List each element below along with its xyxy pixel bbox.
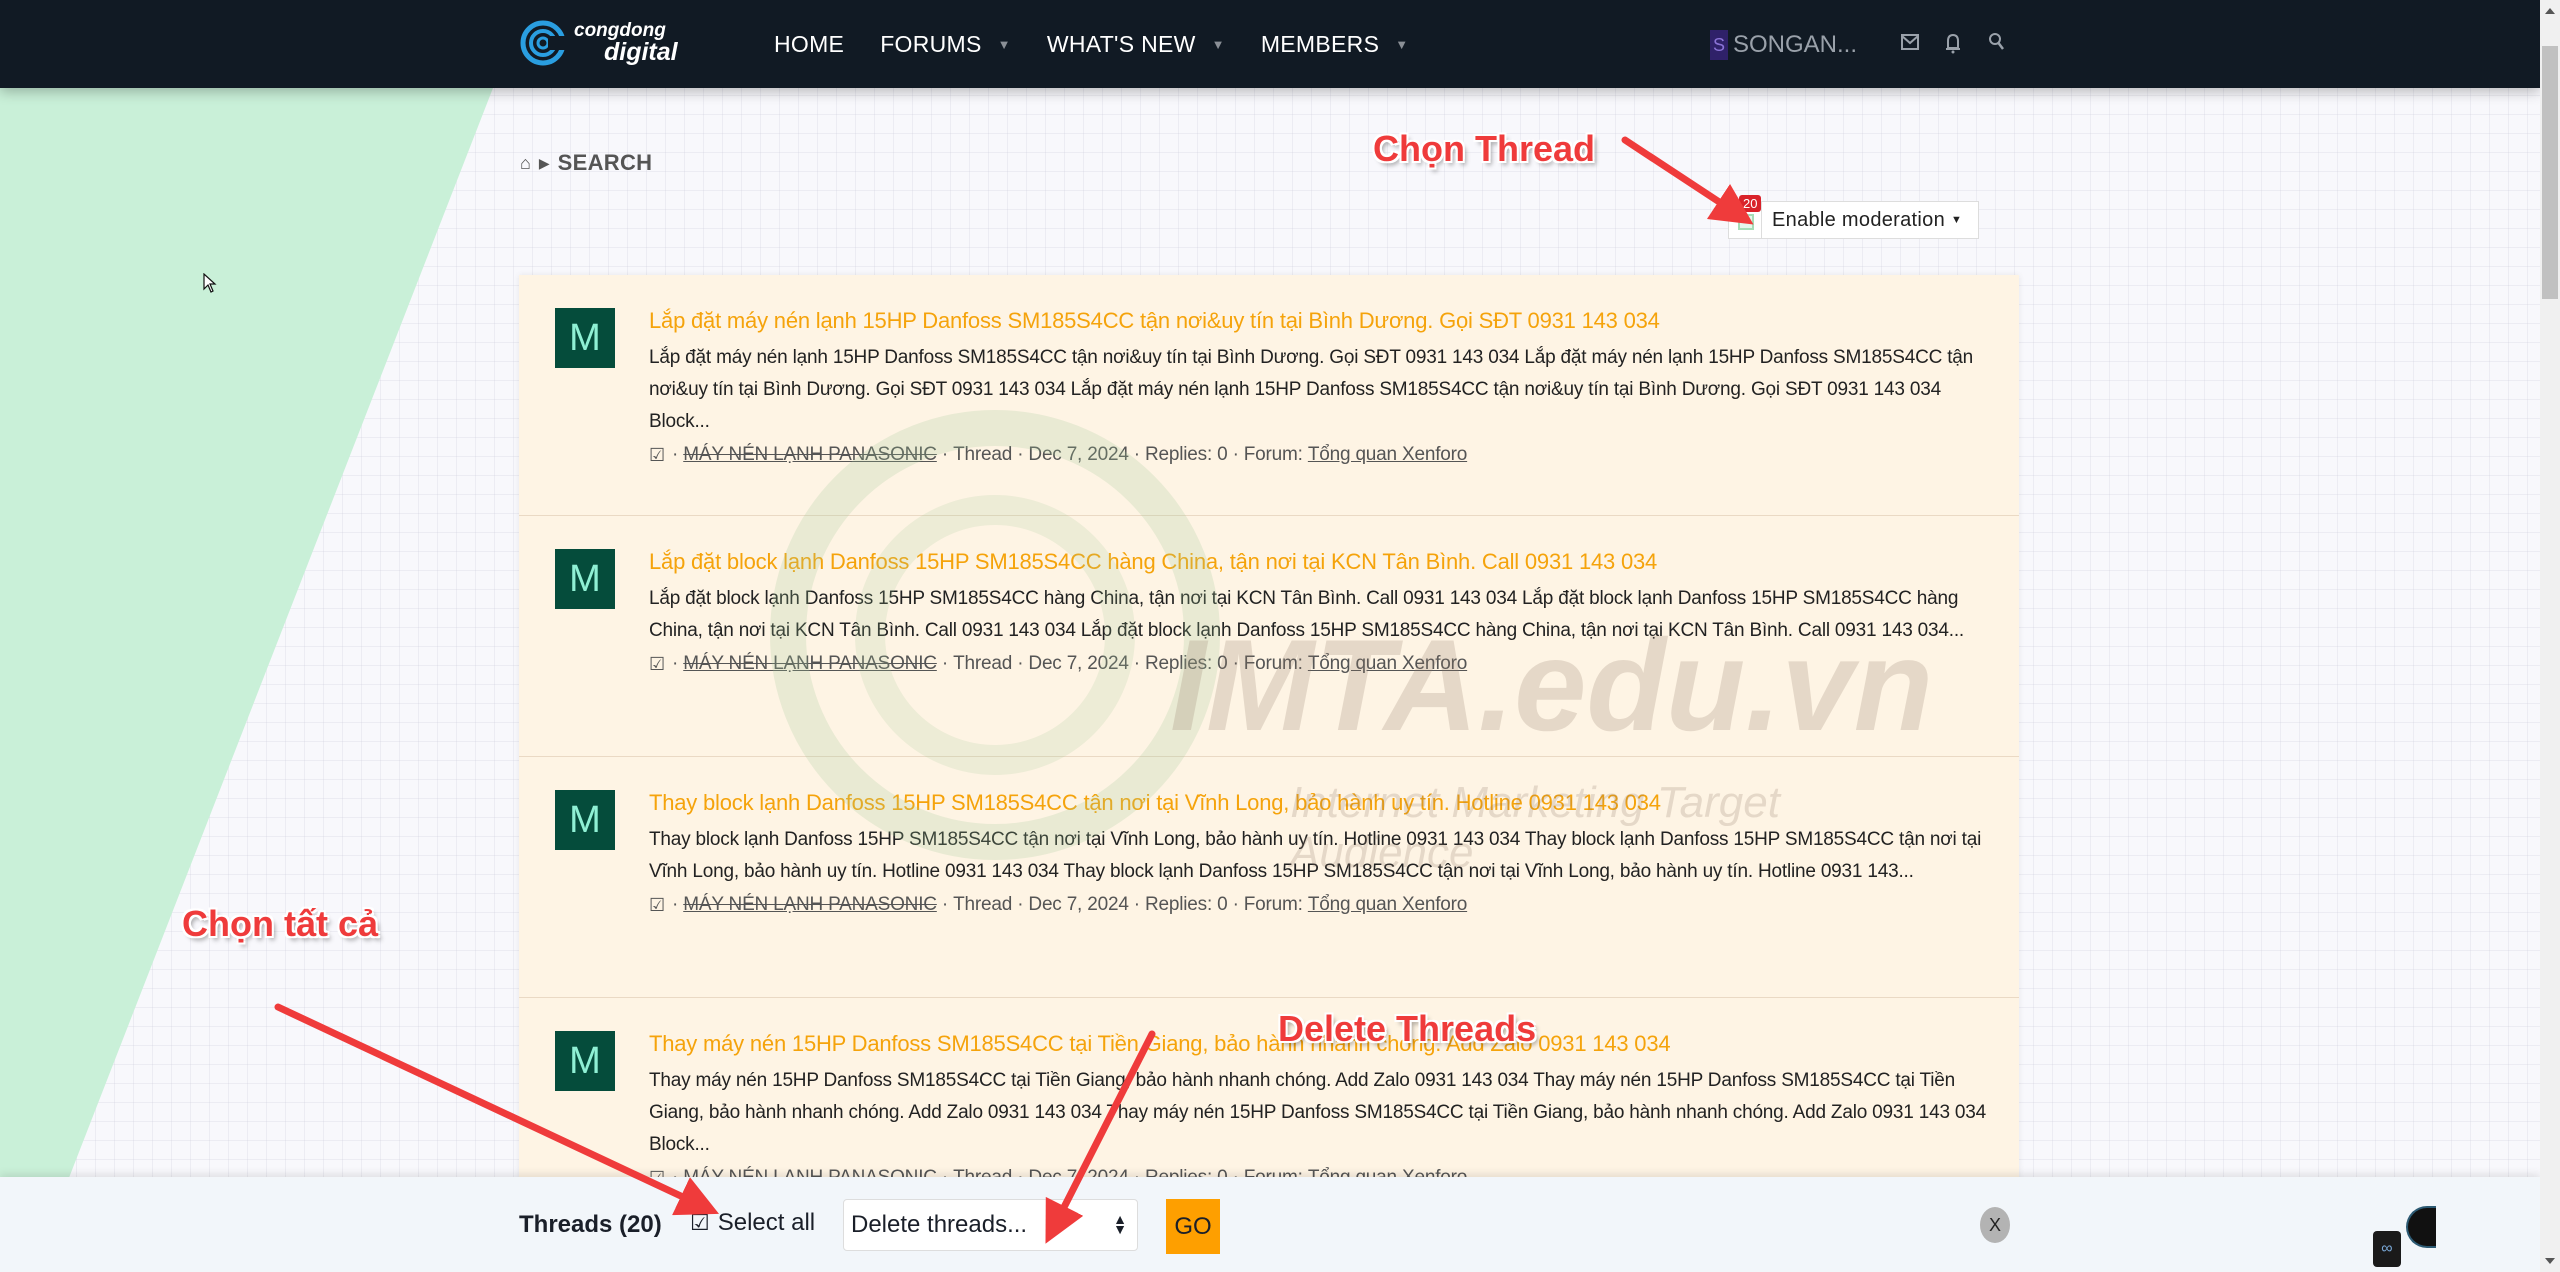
thread-replies: Replies: 0 [1144, 653, 1228, 674]
thread-date: Dec 7, 2024 [1028, 653, 1129, 674]
forum-label: Forum: [1243, 444, 1303, 465]
thread-snippet: Thay máy nén 15HP Danfoss SM185S4CC tại … [649, 1070, 1987, 1155]
site-header: congdong digital HOME FORUMS ▼ WHAT'S NE… [0, 0, 2540, 88]
avatar[interactable]: M [555, 308, 615, 368]
thread-meta: ☑ · MÁY NÉN LẠNH PANASONIC · Thread · De… [649, 894, 1468, 916]
nav-whats-new[interactable]: WHAT'S NEW ▼ [1047, 31, 1225, 58]
thread-replies: Replies: 0 [1144, 894, 1228, 915]
nav-whats-new-label: WHAT'S NEW [1046, 30, 1196, 57]
nav-members-label: MEMBERS [1260, 30, 1380, 57]
nav-home[interactable]: HOME [774, 31, 844, 58]
search-results-list: M Lắp đặt máy nén lạnh 15HP Danfoss SM18… [519, 275, 2019, 1239]
forum-link[interactable]: Tổng quan Xenforo [1308, 444, 1467, 466]
forum-link[interactable]: Tổng quan Xenforo [1308, 653, 1467, 675]
inline-moderation-bar: Threads (20) ☑ Select all Delete threads… [0, 1177, 2540, 1272]
page-scrollbar[interactable] [2540, 0, 2560, 1272]
thread-prefix[interactable]: MÁY NÉN LẠNH PANASONIC [683, 894, 937, 916]
link-extension-icon[interactable]: ∞ [2373, 1231, 2401, 1267]
list-item: M Lắp đặt block lạnh Danfoss 15HP SM185S… [519, 516, 2019, 757]
bell-icon[interactable] [1944, 32, 1962, 54]
user-account-link[interactable]: S SONGAN... [1710, 30, 1857, 60]
scroll-down-arrow-icon[interactable] [2545, 1258, 2555, 1264]
checkbox-icon[interactable]: ☑ [649, 654, 665, 675]
thread-title-link[interactable]: Lắp đặt block lạnh Danfoss 15HP SM185S4C… [649, 549, 1999, 575]
go-button[interactable]: GO [1166, 1199, 1220, 1254]
forum-label: Forum: [1243, 653, 1303, 674]
thread-snippet: Thay block lạnh Danfoss 15HP SM185S4CC t… [649, 829, 1982, 882]
logo-line-2: digital [604, 38, 678, 66]
logo-swirl-icon [520, 20, 566, 66]
thread-title-link[interactable]: Lắp đặt máy nén lạnh 15HP Danfoss SM185S… [649, 308, 1999, 334]
thread-meta: ☑ · MÁY NÉN LẠNH PANASONIC · Thread · De… [649, 444, 1468, 466]
list-item: M Thay block lạnh Danfoss 15HP SM185S4CC… [519, 757, 2019, 998]
breadcrumb-current: SEARCH [557, 150, 653, 175]
moderation-action-select[interactable]: Delete threads... ▲ ▼ [843, 1199, 1138, 1251]
thread-snippet: Lắp đặt block lạnh Danfoss 15HP SM185S4C… [649, 588, 1964, 641]
avatar[interactable]: M [555, 1031, 615, 1091]
forum-link[interactable]: Tổng quan Xenforo [1308, 894, 1467, 916]
thread-date: Dec 7, 2024 [1028, 444, 1129, 465]
nav-members[interactable]: MEMBERS ▼ [1261, 31, 1409, 58]
chevron-down-icon[interactable]: ▼ [1212, 37, 1225, 52]
chevron-down-icon[interactable]: ▼ [1395, 37, 1408, 52]
nav-forums[interactable]: FORUMS ▼ [880, 31, 1011, 58]
select-all-checkbox[interactable]: ☑ Select all [690, 1209, 815, 1237]
search-icon[interactable] [1988, 32, 2006, 52]
home-icon[interactable]: ⌂ [520, 153, 531, 174]
thread-type: Thread [953, 444, 1013, 465]
logo-text: congdong digital [574, 21, 678, 65]
enable-moderation-label: Enable moderation [1772, 208, 1945, 231]
nav-home-label: HOME [774, 30, 845, 57]
thread-date: Dec 7, 2024 [1028, 894, 1129, 915]
close-button[interactable]: X [1980, 1207, 2010, 1243]
thread-title-link[interactable]: Thay block lạnh Danfoss 15HP SM185S4CC t… [649, 790, 1999, 816]
username: SONGAN... [1733, 31, 1858, 58]
checkbox-icon[interactable]: ☑ [649, 895, 665, 916]
mouse-cursor-icon [203, 273, 217, 293]
site-logo[interactable]: congdong digital [520, 18, 678, 68]
annotation-delete-threads: Delete Threads [1278, 1008, 1537, 1049]
moderation-controls: 20 Enable moderation ▼ [1728, 195, 1980, 239]
selected-count-badge: 20 [1739, 195, 1762, 212]
thread-type: Thread [953, 653, 1013, 674]
chevron-down-icon[interactable]: ▼ [998, 37, 1011, 52]
mail-icon[interactable] [1900, 32, 1920, 52]
annotation-select-thread: Chọn Thread [1373, 128, 1595, 169]
thread-replies: Replies: 0 [1144, 444, 1228, 465]
thread-meta: ☑ · MÁY NÉN LẠNH PANASONIC · Thread · De… [649, 653, 1468, 675]
caret-down-icon: ▼ [1951, 214, 1963, 226]
decorative-green-background [0, 88, 493, 1272]
threads-count-label: Threads (20) [519, 1211, 662, 1238]
selected-threads-toggle[interactable]: 20 [1728, 195, 1762, 239]
scroll-up-arrow-icon[interactable] [2545, 8, 2555, 14]
select-all-label: Select all [717, 1209, 816, 1236]
list-item: M Lắp đặt máy nén lạnh 15HP Danfoss SM18… [519, 275, 2019, 516]
avatar[interactable]: M [555, 790, 615, 850]
checkbox-checked-icon[interactable]: ☑ [690, 1210, 710, 1236]
checkbox-icon [1738, 214, 1754, 230]
thread-type: Thread [953, 894, 1013, 915]
thread-prefix[interactable]: MÁY NÉN LẠNH PANASONIC [683, 444, 937, 466]
breadcrumb: ⌂ ▶ SEARCH [520, 150, 652, 176]
breadcrumb-separator-icon: ▶ [538, 154, 550, 171]
thread-snippet: Lắp đặt máy nén lạnh 15HP Danfoss SM185S… [649, 347, 1974, 432]
checkbox-icon[interactable]: ☑ [649, 445, 665, 466]
main-nav: HOME FORUMS ▼ WHAT'S NEW ▼ MEMBERS ▼ [774, 0, 1444, 88]
avatar[interactable]: M [555, 549, 615, 609]
avatar: S [1710, 30, 1728, 60]
forum-label: Forum: [1243, 894, 1303, 915]
select-arrows-icon: ▲ ▼ [1113, 1211, 1127, 1237]
enable-moderation-button[interactable]: Enable moderation ▼ [1762, 201, 1980, 239]
arrow-to-moderation-icon [1621, 136, 1754, 225]
thread-prefix[interactable]: MÁY NÉN LẠNH PANASONIC [683, 653, 937, 675]
nav-forums-label: FORUMS [880, 30, 982, 57]
selected-action: Delete threads... [851, 1211, 1028, 1238]
annotation-select-all: Chọn tất cả [182, 903, 379, 944]
scroll-thumb[interactable] [2542, 46, 2558, 299]
